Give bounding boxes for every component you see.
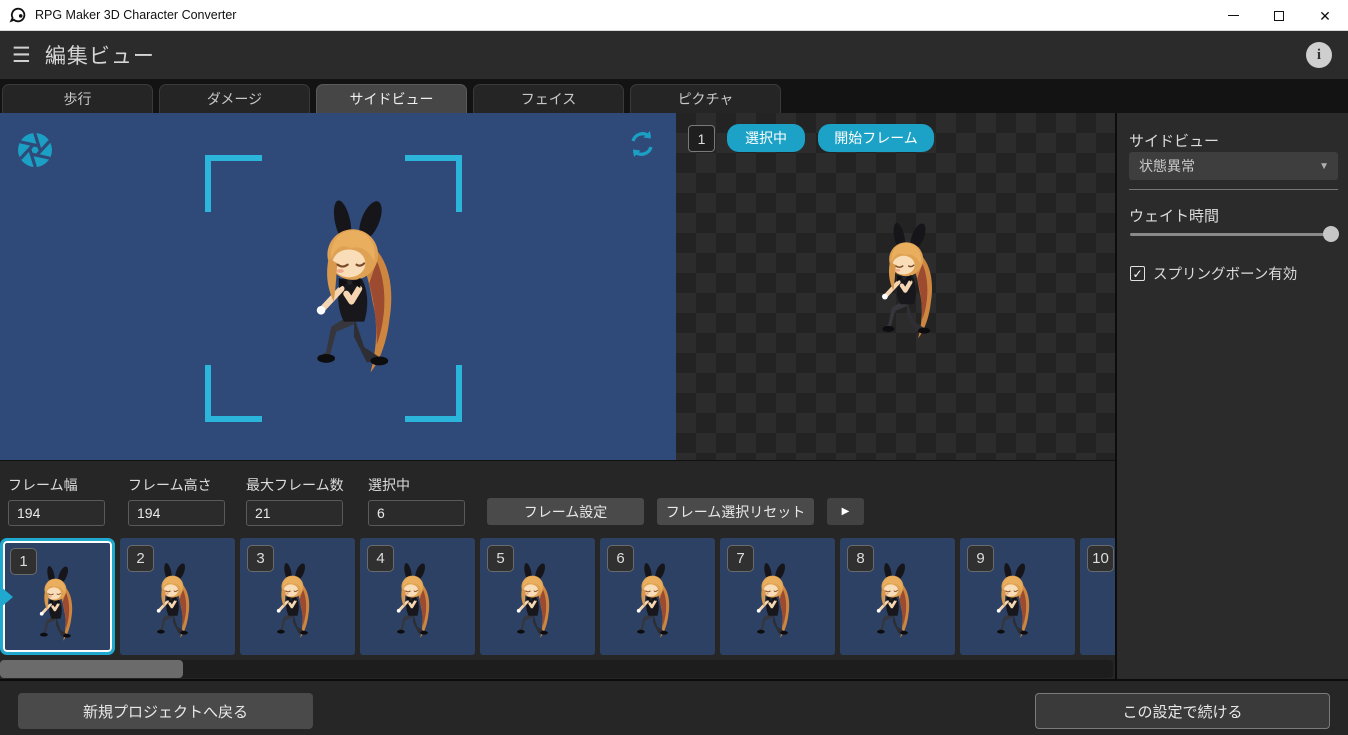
filmstrip: 1 2 3 4 5 6 7 8 9 10 <box>0 538 1115 658</box>
app-logo-icon <box>9 7 26 23</box>
minimize-button[interactable] <box>1210 0 1256 31</box>
tab-label: ピクチャ <box>677 91 734 107</box>
page-title: 編集ビュー <box>44 45 155 68</box>
character-sprite <box>278 195 430 385</box>
character-sprite <box>860 560 926 644</box>
character-sprite <box>1100 560 1115 644</box>
titlebar: RPG Maker 3D Character Converter ✕ <box>0 0 1348 31</box>
filmstrip-scrollbar[interactable] <box>0 660 1113 678</box>
minimize-icon <box>1227 14 1239 17</box>
continue-with-settings-button[interactable]: この設定で続ける <box>1035 693 1330 729</box>
wait-time-slider[interactable] <box>1129 225 1339 243</box>
footer-bar: 新規プロジェクトへ戻る この設定で続ける <box>0 679 1348 735</box>
tab[interactable]: ダメージ <box>159 84 310 113</box>
state-dropdown[interactable]: 状態異常 ▼ <box>1129 152 1338 180</box>
camera-aperture-icon[interactable] <box>14 129 56 171</box>
spring-bone-toggle[interactable]: ✓ スプリングボーン有効 <box>1130 263 1297 284</box>
info-button[interactable]: i <box>1306 42 1332 68</box>
character-sprite <box>620 560 686 644</box>
chevron-down-icon: ▼ <box>1319 160 1329 172</box>
frame-reset-button[interactable]: フレーム選択リセット <box>657 498 814 525</box>
character-sprite <box>23 563 89 647</box>
tab-label: ダメージ <box>206 91 263 107</box>
settings-sidebar: サイドビュー 状態異常 ▼ ウェイト時間 ✓ スプリングボーン有効 <box>1115 113 1348 679</box>
tab-label: 歩行 <box>63 91 92 107</box>
maximize-icon <box>1274 10 1284 21</box>
wait-slider-handle[interactable] <box>1323 226 1339 242</box>
tab-label: サイドビュー <box>349 91 434 107</box>
frame-height-input[interactable] <box>128 500 225 526</box>
sidebar-title: サイドビュー <box>1129 133 1220 150</box>
character-sprite <box>380 560 446 644</box>
info-icon: i <box>1316 46 1322 63</box>
character-sprite <box>856 219 958 347</box>
frame-thumbnail[interactable]: 2 <box>120 538 235 655</box>
tab[interactable]: フェイス <box>473 84 624 113</box>
tab-bar: 歩行 ダメージ サイドビュー フェイス ピクチャ <box>0 79 1348 113</box>
character-sprite <box>260 560 326 644</box>
max-frames-input[interactable] <box>246 500 343 526</box>
play-button[interactable]: ▶ <box>827 498 864 525</box>
maximize-button[interactable] <box>1256 0 1302 31</box>
spring-bone-checkbox[interactable]: ✓ <box>1130 266 1145 281</box>
selected-button[interactable]: 選択中 <box>727 124 805 152</box>
tab-label: フェイス <box>520 91 577 107</box>
character-sprite <box>140 560 206 644</box>
frame-thumbnail[interactable]: 9 <box>960 538 1075 655</box>
max-frames-label: 最大フレーム数 <box>246 477 344 493</box>
rotate-icon[interactable] <box>626 128 658 160</box>
tab[interactable]: サイドビュー <box>316 84 467 113</box>
frame-thumbnail[interactable]: 8 <box>840 538 955 655</box>
frame-thumbnail[interactable]: 5 <box>480 538 595 655</box>
play-icon: ▶ <box>841 506 850 517</box>
frame-thumbnail[interactable]: 1 <box>0 538 115 655</box>
wait-time-label: ウェイト時間 <box>1129 208 1220 225</box>
frame-number-box: 1 <box>688 125 715 152</box>
frame-set-button[interactable]: フレーム設定 <box>487 498 644 525</box>
app-window: RPG Maker 3D Character Converter ✕ ☰ 編集ビ… <box>0 0 1348 735</box>
crop-corner-bottom-left[interactable] <box>205 365 262 422</box>
back-to-new-project-button[interactable]: 新規プロジェクトへ戻る <box>18 693 313 729</box>
scrollbar-thumb[interactable] <box>0 660 183 678</box>
frame-thumbnail[interactable]: 6 <box>600 538 715 655</box>
spring-bone-label: スプリングボーン有効 <box>1153 267 1298 283</box>
start-frame-button[interactable]: 開始フレーム <box>818 124 934 152</box>
frame-thumbnail[interactable]: 7 <box>720 538 835 655</box>
hamburger-menu-icon[interactable]: ☰ <box>12 43 31 68</box>
main-area: 1 選択中 開始フレーム <box>0 113 1115 460</box>
character-sprite <box>500 560 566 644</box>
character-sprite <box>980 560 1046 644</box>
close-button[interactable]: ✕ <box>1302 0 1348 31</box>
sidebar-divider <box>1129 189 1338 190</box>
window-title: RPG Maker 3D Character Converter <box>35 8 237 22</box>
state-dropdown-value: 状態異常 <box>1139 158 1195 174</box>
header: ☰ 編集ビュー i <box>0 31 1348 79</box>
frame-width-label: フレーム幅 <box>8 477 78 493</box>
frame-thumbnail[interactable]: 3 <box>240 538 355 655</box>
tab[interactable]: ピクチャ <box>630 84 781 113</box>
character-preview-pane[interactable] <box>0 113 676 460</box>
frame-thumbnail[interactable]: 10 <box>1080 538 1115 655</box>
frame-thumbnail[interactable]: 4 <box>360 538 475 655</box>
tab[interactable]: 歩行 <box>2 84 153 113</box>
frame-height-label: フレーム高さ <box>128 477 212 493</box>
selected-count-label: 選択中 <box>368 477 410 493</box>
slider-track <box>1130 233 1338 236</box>
close-icon: ✕ <box>1319 7 1331 24</box>
frame-controls-bar: フレーム幅 フレーム高さ 最大フレーム数 選択中 フレーム設定 フレーム選択リセ… <box>0 460 1115 538</box>
selected-count-input[interactable] <box>368 500 465 526</box>
crop-corner-top-left[interactable] <box>205 155 262 212</box>
spritesheet-pane[interactable]: 1 選択中 開始フレーム <box>676 113 1115 460</box>
character-sprite <box>740 560 806 644</box>
frame-width-input[interactable] <box>8 500 105 526</box>
